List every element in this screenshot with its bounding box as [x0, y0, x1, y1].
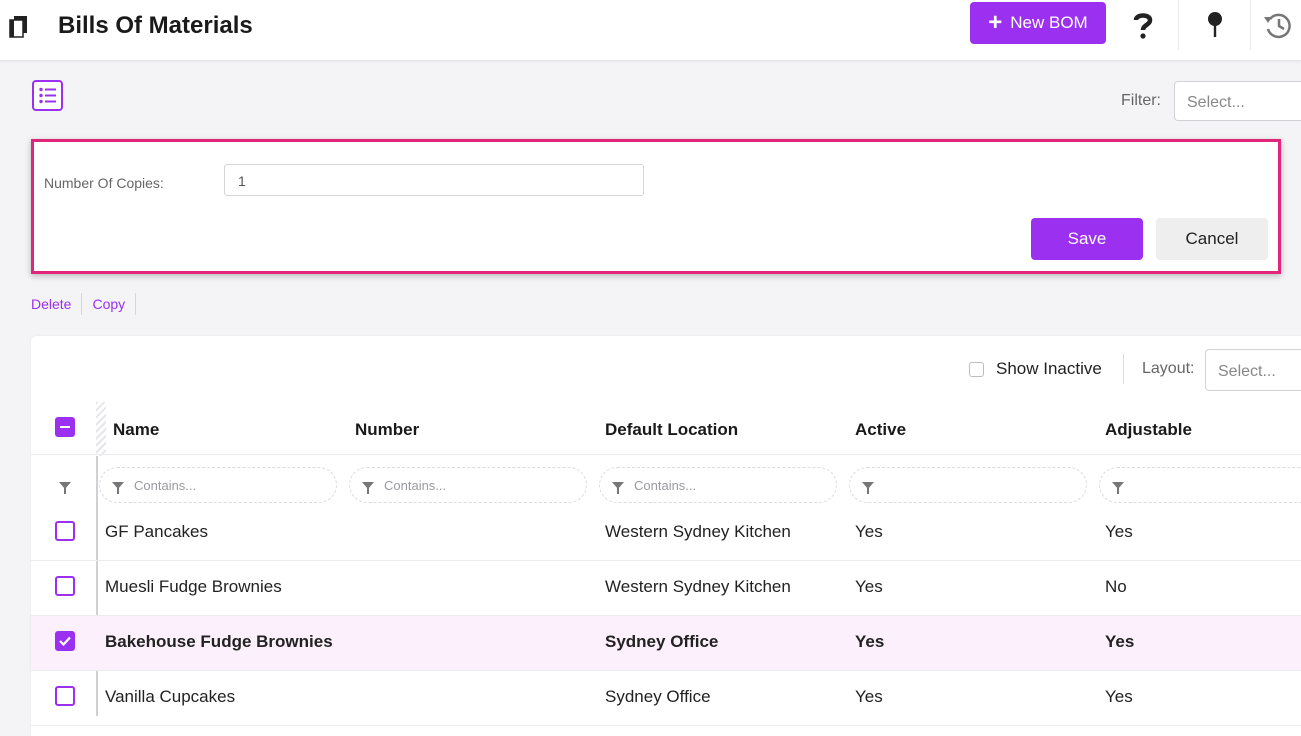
action-divider: [81, 293, 83, 315]
row-checkbox-checked[interactable]: [55, 631, 75, 651]
cancel-button[interactable]: Cancel: [1156, 218, 1268, 260]
number-filter-input[interactable]: Contains...: [349, 467, 587, 503]
table-row[interactable]: Muesli Fudge Brownies Western Sydney Kit…: [31, 561, 1301, 616]
table-row-selected[interactable]: Bakehouse Fudge Brownies Sydney Office Y…: [31, 616, 1301, 671]
action-links: Delete Copy: [31, 293, 146, 315]
copy-link[interactable]: Copy: [92, 296, 125, 312]
show-inactive-toggle[interactable]: Show Inactive: [969, 359, 1102, 379]
cell-name: Muesli Fudge Brownies: [105, 577, 282, 596]
show-inactive-checkbox[interactable]: [969, 361, 984, 377]
column-header-active[interactable]: Active: [855, 420, 906, 440]
copy-panel: Number Of Copies: 1 Save Cancel: [31, 139, 1281, 274]
header-divider: [1178, 0, 1179, 50]
cell-location: Sydney Office: [605, 632, 719, 651]
top-bar: Bills Of Materials + New BOM: [0, 0, 1301, 61]
filter-placeholder: Contains...: [384, 477, 447, 493]
cell-location: Sydney Office: [605, 687, 711, 706]
check-icon: [59, 636, 71, 646]
filter-icon: [862, 481, 874, 494]
copies-input[interactable]: 1: [224, 164, 644, 196]
cell-active: Yes: [855, 632, 885, 651]
filter-select[interactable]: Select...: [1174, 81, 1301, 121]
cell-adjustable: No: [1105, 577, 1127, 596]
save-button[interactable]: Save: [1031, 218, 1143, 260]
pin-icon[interactable]: [1180, 0, 1250, 50]
filter-icon: [1112, 481, 1124, 494]
filter-placeholder: Contains...: [134, 477, 197, 493]
table-row[interactable]: Vanilla Cupcakes Sydney Office Yes Yes: [31, 671, 1301, 726]
toolbar-divider: [1123, 354, 1124, 384]
filter-icon[interactable]: [59, 482, 71, 494]
filter-label: Filter:: [1121, 92, 1161, 109]
name-filter-input[interactable]: Contains...: [99, 467, 337, 503]
row-checkbox[interactable]: [55, 686, 75, 706]
cell-location: Western Sydney Kitchen: [605, 577, 791, 596]
delete-link[interactable]: Delete: [31, 296, 71, 312]
help-icon[interactable]: [1108, 0, 1178, 50]
select-all-checkbox[interactable]: [55, 417, 75, 437]
column-header-adjustable[interactable]: Adjustable: [1105, 420, 1192, 440]
row-checkbox[interactable]: [55, 576, 75, 596]
new-bom-button[interactable]: + New BOM: [970, 2, 1106, 44]
cell-name: GF Pancakes: [105, 522, 208, 541]
column-header-default-location[interactable]: Default Location: [605, 420, 738, 440]
layout-label: Layout:: [1142, 360, 1195, 377]
page-title: Bills Of Materials: [58, 12, 253, 39]
cell-adjustable: Yes: [1105, 632, 1135, 651]
filter-icon: [612, 481, 624, 494]
adjustable-filter-input[interactable]: [1099, 467, 1301, 503]
cell-active: Yes: [855, 522, 883, 541]
filter-placeholder: Contains...: [634, 477, 697, 493]
cell-active: Yes: [855, 687, 883, 706]
row-checkbox[interactable]: [55, 521, 75, 541]
cell-active: Yes: [855, 577, 883, 596]
cell-adjustable: Yes: [1105, 522, 1133, 541]
cell-location: Western Sydney Kitchen: [605, 522, 791, 541]
cell-name: Vanilla Cupcakes: [105, 687, 236, 706]
app-doc-icon: [8, 16, 30, 43]
filter-icon: [112, 481, 124, 494]
cell-adjustable: Yes: [1105, 687, 1133, 706]
active-filter-input[interactable]: [849, 467, 1087, 503]
plus-icon: +: [988, 9, 1003, 36]
table-row[interactable]: GF Pancakes Western Sydney Kitchen Yes Y…: [31, 506, 1301, 561]
new-bom-label: New BOM: [1010, 13, 1088, 32]
column-resize-handle[interactable]: [96, 402, 106, 456]
column-header-name[interactable]: Name: [113, 420, 159, 440]
list-view-icon[interactable]: [32, 80, 63, 116]
header-divider: [1250, 0, 1251, 50]
filter-icon: [362, 481, 374, 494]
cell-name: Bakehouse Fudge Brownies: [105, 632, 333, 651]
copies-label: Number Of Copies:: [44, 175, 164, 191]
show-inactive-label: Show Inactive: [996, 359, 1102, 378]
column-header-number[interactable]: Number: [355, 420, 419, 440]
bom-grid: Show Inactive Layout: Select... Name Num…: [31, 336, 1301, 736]
location-filter-input[interactable]: Contains...: [599, 467, 837, 503]
header-divider: [31, 454, 1301, 455]
action-divider: [135, 293, 137, 315]
layout-select[interactable]: Select...: [1205, 349, 1301, 391]
history-icon[interactable]: [1252, 0, 1301, 50]
